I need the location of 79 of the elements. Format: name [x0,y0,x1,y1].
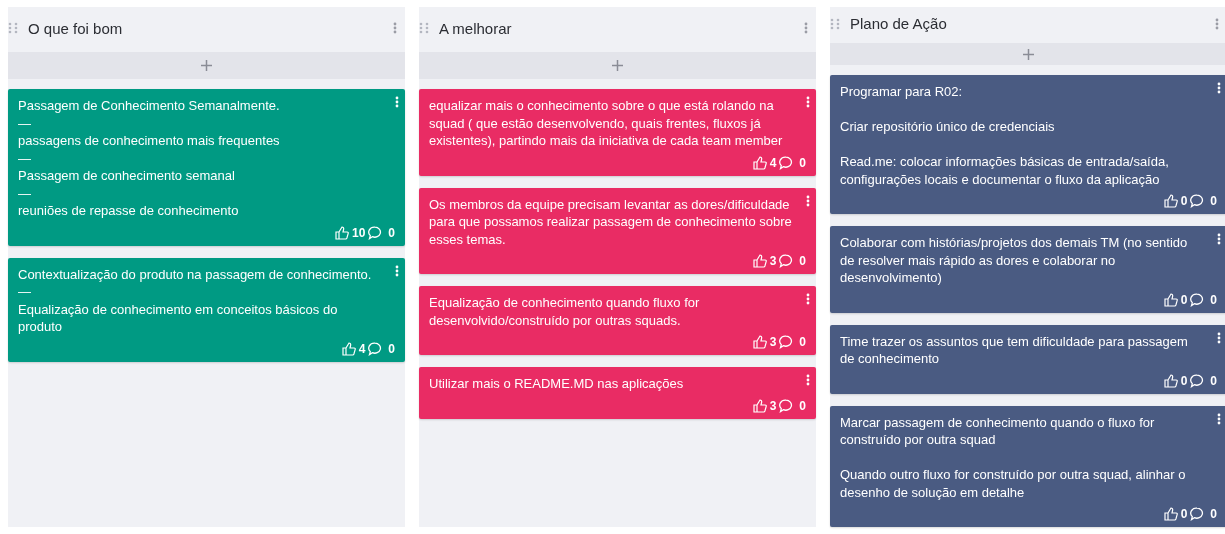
card-text: Equalização de conhecimento quando fluxo for desenvolvido/construído por outras squads. [429,294,701,329]
comment-icon[interactable] [779,254,794,268]
more-options-icon[interactable] [806,96,810,108]
like-count: 3 [769,398,777,413]
comment-icon[interactable] [368,225,383,240]
comment-icon[interactable] [779,155,794,170]
drag-handle-icon[interactable] [8,22,18,34]
comment-icon[interactable] [1190,292,1205,307]
comment-count: 0 [1210,194,1217,208]
plus-icon [612,60,623,71]
comment-count: 0 [388,225,395,240]
more-options-icon[interactable] [806,194,810,207]
card-text: Utilizar mais o README.MD nas aplicações [429,375,685,393]
card-text: Contextualização do produto na passagem de conhecimento. — Equalização de conhecimento em conceitos básicos do produto [18,265,373,336]
like-count: 0 [1180,373,1188,388]
card-text: Marcar passagem de conhecimento quando o fluxo for construído por outra squad Quando outro fluxo for construído por outra squad, alinhar o desenho de solução em detalhe [840,413,1187,501]
comment-count: 0 [1210,373,1217,388]
retro-card[interactable]: Utilizar mais o README.MD nas aplicações 3 0 [419,367,816,419]
retro-card[interactable]: Programar para R02: Criar repositório único de credenciais Read.me: colocar informações básicas de entrada/saída, configurações locais e documentar o fluxo da aplicação 0 0 [830,75,1225,214]
more-options-icon[interactable] [1217,331,1221,344]
thumbs-up-icon[interactable] [1163,194,1178,208]
comment-icon[interactable] [1190,194,1205,208]
card-text: Time trazer os assuntos que tem dificuldade para passagem de conhecimento [840,332,1189,368]
column-title: A melhorar [439,19,513,37]
card-text: Os membros da equipe precisam levantar as dores/dificuldade para que possamos realizar passagem de conhecimento sobre esses temas. [429,195,793,248]
retro-card[interactable]: Os membros da equipe precisam levantar as dores/dificuldade para que possamos realizar passagem de conhecimento sobre esses temas. 3 0 [419,187,816,274]
retro-card[interactable]: equalizar mais o conhecimento sobre o que está rolando na squad ( que estão desenvolvendo, quais frentes, fluxos já existentes), partindo mais da iniciativa de cada team member 4 0 [419,89,816,176]
thumbs-up-icon[interactable] [341,341,356,356]
thumbs-up-icon[interactable] [752,155,767,170]
card-text: Colaborar com histórias/projetos dos demais TM (no sentido de resolver mais rápido as dores e colaborar no desenvolvimento) [840,234,1189,287]
thumbs-up-icon[interactable] [1163,373,1178,388]
comment-count: 0 [799,398,806,413]
comment-count: 0 [1210,507,1217,521]
retro-card[interactable]: Time trazer os assuntos que tem dificuldade para passagem de conhecimento 0 0 [830,324,1225,394]
more-options-icon[interactable] [806,374,810,386]
retro-card[interactable]: Marcar passagem de conhecimento quando o fluxo for construído por outra squad Quando outro fluxo for construído por outra squad, alinhar o desenho de solução em detalhe 0 0 [830,405,1225,527]
comment-count: 0 [388,341,395,356]
comment-count: 0 [799,254,806,268]
retro-card[interactable]: Colaborar com histórias/projetos dos demais TM (no sentido de resolver mais rápido as dores e colaborar no desenvolvimento) 0 0 [830,226,1225,313]
like-count: 3 [769,254,777,268]
like-count: 0 [1180,292,1188,307]
like-count: 4 [769,155,777,170]
card-text: equalizar mais o conhecimento sobre o que está rolando na squad ( que estão desenvolvendo, quais frentes, fluxos já existentes), partindo mais da iniciativa de cada team member [429,97,784,150]
comment-icon[interactable] [779,398,794,413]
column-title: O que foi bom [28,19,124,37]
retro-card[interactable]: Contextualização do produto na passagem de conhecimento. — Equalização de conhecimento em conceitos básicos do produto 4 0 [8,257,405,362]
comment-icon[interactable] [1190,507,1205,521]
more-options-icon[interactable] [1217,82,1221,94]
comment-icon[interactable] [1190,373,1205,388]
thumbs-up-icon[interactable] [752,398,767,413]
comment-count: 0 [799,155,806,170]
drag-handle-icon[interactable] [419,22,429,34]
thumbs-up-icon[interactable] [752,254,767,268]
thumbs-up-icon[interactable] [752,335,767,349]
comment-icon[interactable] [779,335,794,349]
retro-card[interactable]: Equalização de conhecimento quando fluxo for desenvolvido/construído por outras squads. 3 0 [419,286,816,355]
like-count: 3 [769,335,777,349]
like-count: 10 [351,225,366,240]
thumbs-up-icon[interactable] [1163,292,1178,307]
more-options-icon[interactable] [806,293,810,305]
card-text: Programar para R02: Criar repositório único de credenciais Read.me: colocar informações básicas de entrada/saída, configurações locais e documentar o fluxo da aplicação [840,83,1170,188]
card-text: Passagem de Conhecimento Semanalmente. — passagens de conhecimento mais frequentes — Passagem de conhecimento semanal — reuniões de repasse de conhecimento [18,97,281,220]
comment-count: 0 [1210,292,1217,307]
retro-card[interactable]: Passagem de Conhecimento Semanalmente. — passagens de conhecimento mais frequentes — Passagem de conhecimento semanal — reuniões de repasse de conhecimento 10 0 [8,89,405,246]
plus-icon [201,60,212,71]
more-options-icon[interactable] [395,264,399,277]
more-options-icon[interactable] [1217,412,1221,425]
more-options-icon[interactable] [395,96,399,108]
drag-handle-icon[interactable] [830,17,840,30]
like-count: 0 [1180,507,1188,521]
more-options-icon[interactable] [1217,233,1221,245]
column-title: Plano de Ação [850,15,948,33]
comment-count: 0 [799,335,806,349]
plus-icon [1023,48,1034,60]
thumbs-up-icon[interactable] [334,225,349,240]
comment-icon[interactable] [368,341,383,356]
like-count: 4 [358,341,366,356]
thumbs-up-icon[interactable] [1163,507,1178,521]
like-count: 0 [1180,194,1188,208]
